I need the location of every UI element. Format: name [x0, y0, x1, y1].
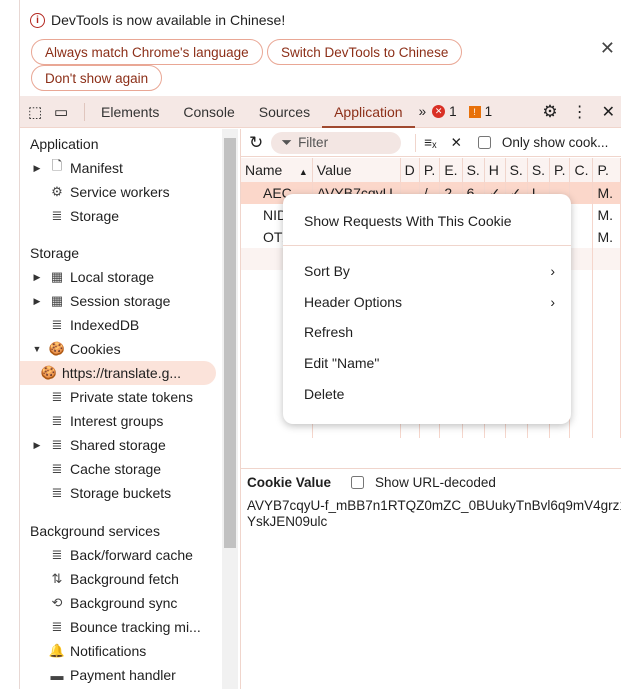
sidebar-scroll-thumb[interactable]: [224, 138, 236, 548]
sidebar-item-payment-handler[interactable]: ▬ Payment handler: [20, 663, 240, 687]
tab-console[interactable]: Console: [171, 96, 246, 128]
column-header[interactable]: D: [400, 158, 420, 182]
sidebar-item-background-sync[interactable]: ⟲ Background sync: [20, 591, 240, 615]
section-application: Application: [30, 136, 99, 152]
warning-icon[interactable]: !: [468, 105, 481, 118]
cookie-value-pane: Cookie Value Show URL-decoded AVYB7cqyU-f…: [241, 468, 621, 689]
banner-text: DevTools is now available in Chinese!: [51, 12, 286, 28]
sidebar-item-background-fetch[interactable]: ⇅ Background fetch: [20, 567, 240, 591]
table-cell: [569, 182, 594, 204]
sidebar-item-cookie-origin[interactable]: 🍪 https://translate.g...: [20, 361, 216, 385]
column-header[interactable]: S.: [505, 158, 528, 182]
column-header[interactable]: P.: [549, 158, 571, 182]
column-header[interactable]: Name ▲: [241, 158, 313, 182]
column-header[interactable]: P.: [419, 158, 441, 182]
close-icon[interactable]: ✕: [600, 38, 615, 59]
sidebar-item-manifest[interactable]: ▶ 🗋 Manifest: [20, 156, 240, 180]
error-icon[interactable]: ✕: [432, 105, 446, 118]
tab-elements[interactable]: Elements: [89, 96, 171, 128]
menu-refresh[interactable]: Refresh: [304, 321, 555, 343]
sidebar-item-local-storage[interactable]: ▶ ▦ Local storage: [20, 265, 240, 289]
sidebar-item-storage-buckets[interactable]: ≣ Storage buckets: [20, 481, 240, 505]
url-decoded-checkbox[interactable]: [351, 476, 365, 489]
warning-count[interactable]: 1: [485, 104, 493, 119]
sort-ascending-icon: ▲: [296, 167, 308, 177]
switch-chinese-button[interactable]: Switch DevTools to Chinese: [267, 39, 463, 65]
clear-filtered-icon[interactable]: ≡ₓ: [424, 135, 436, 150]
tab-bar: ⬚ ▭ Elements Console Sources Application…: [20, 96, 621, 128]
cookie-value-label: Cookie Value: [247, 475, 332, 490]
sidebar-item-cookies[interactable]: ▼ 🍪 Cookies: [20, 337, 240, 361]
column-header[interactable]: C.: [569, 158, 594, 182]
column-header[interactable]: S.: [462, 158, 485, 182]
filter-icon: ⏷: [281, 134, 293, 150]
inspect-icon[interactable]: ⬚: [28, 103, 54, 121]
device-toolbar-icon[interactable]: ▭: [54, 103, 84, 121]
menu-sort-by[interactable]: Sort By ›: [304, 260, 555, 282]
menu-delete[interactable]: Delete: [304, 383, 555, 405]
sidebar: Application ▶ 🗋 Manifest ⚙ Service workers …: [20, 129, 240, 689]
match-language-button[interactable]: Always match Chrome's language: [31, 39, 263, 65]
column-header[interactable]: P.: [592, 158, 621, 182]
close-devtools-icon[interactable]: ✕: [602, 102, 615, 122]
chevron-right-icon: ›: [550, 294, 555, 310]
refresh-icon[interactable]: ↻: [249, 133, 263, 153]
cookie-value-text: AVYB7cqyU-f_mBB7n1RTQZ0mZC_0BUukyTnBvl6q…: [247, 498, 621, 529]
table-cell: [569, 204, 594, 226]
cookies-toolbar: ↻ ⏷ Filter ≡ₓ ✕ Only show cook...: [241, 129, 621, 157]
sidebar-item-notifications[interactable]: 🔔 Notifications: [20, 639, 240, 663]
menu-edit-name[interactable]: Edit "Name": [304, 352, 555, 374]
table-cell: M.: [592, 226, 621, 248]
menu-show-requests[interactable]: Show Requests With This Cookie: [304, 210, 555, 232]
sidebar-item-session-storage[interactable]: ▶ ▦ Session storage: [20, 289, 240, 313]
menu-header-options[interactable]: Header Options ›: [304, 291, 555, 313]
more-tabs-icon[interactable]: »: [419, 104, 427, 119]
column-header[interactable]: Value: [312, 158, 401, 182]
language-banner: i DevTools is now available in Chinese! A…: [20, 0, 621, 96]
sidebar-item-private-state-tokens[interactable]: ≣ Private state tokens: [20, 385, 240, 409]
section-background-services: Background services: [30, 523, 160, 539]
chevron-right-icon: ›: [550, 263, 555, 279]
table-cell: [569, 226, 594, 248]
context-menu: Show Requests With This Cookie Sort By › …: [283, 194, 571, 424]
error-count[interactable]: 1: [449, 104, 457, 119]
sidebar-item-storage[interactable]: ≣ Storage: [20, 204, 240, 228]
column-header[interactable]: H: [484, 158, 506, 182]
column-header[interactable]: S.: [527, 158, 551, 182]
column-header[interactable]: E.: [439, 158, 463, 182]
tab-application[interactable]: Application: [322, 96, 415, 128]
only-show-issues-checkbox[interactable]: [477, 136, 491, 149]
sidebar-item-interest-groups[interactable]: ≣ Interest groups: [20, 409, 240, 433]
section-storage: Storage: [30, 245, 80, 261]
settings-icon[interactable]: ⚙: [542, 102, 557, 122]
sidebar-item-indexeddb[interactable]: ≣ IndexedDB: [20, 313, 240, 337]
sidebar-item-bfcache[interactable]: ≣ Back/forward cache: [20, 543, 240, 567]
dont-show-button[interactable]: Don't show again: [31, 65, 163, 91]
info-icon: i: [30, 12, 45, 28]
sidebar-item-cache-storage[interactable]: ≣ Cache storage: [20, 457, 240, 481]
filter-input[interactable]: ⏷ Filter: [271, 131, 402, 154]
sidebar-item-service-workers[interactable]: ⚙ Service workers: [20, 180, 240, 204]
sidebar-item-bounce-tracking[interactable]: ≣ Bounce tracking mi...: [20, 615, 240, 639]
more-options-icon[interactable]: ⋮: [572, 102, 588, 122]
table-cell: M.: [592, 204, 621, 226]
sidebar-item-shared-storage[interactable]: ▶ ≣ Shared storage: [20, 433, 240, 457]
tab-sources[interactable]: Sources: [247, 96, 322, 128]
table-cell: M.: [592, 182, 621, 204]
delete-all-icon[interactable]: ✕: [451, 135, 462, 151]
